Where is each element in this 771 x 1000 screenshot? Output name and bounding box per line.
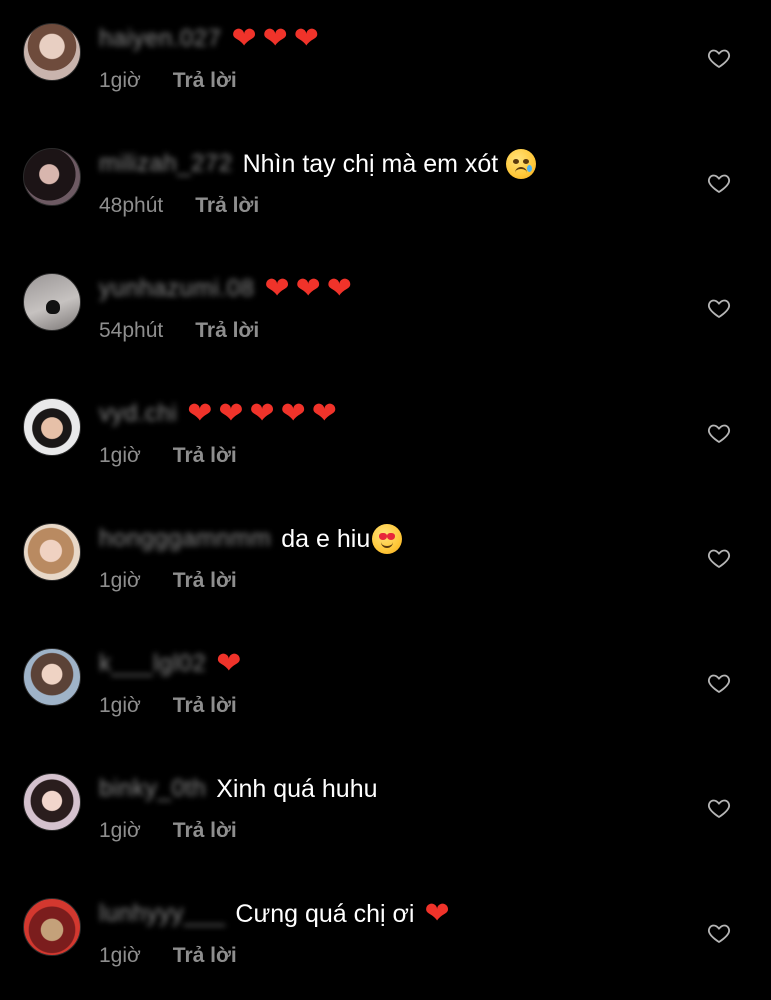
comment-meta: 48phút Trả lời bbox=[99, 192, 259, 220]
red-heart-emoji-icon: ❤ bbox=[262, 22, 288, 55]
comment-item: yunhazumi.08 ❤ ❤ ❤ 54phút Trả lời bbox=[0, 250, 771, 375]
avatar[interactable] bbox=[23, 648, 81, 706]
comment-content: lunhyyy___ Cưng quá chị ơi ❤ bbox=[99, 896, 456, 932]
cat-silhouette-icon bbox=[46, 300, 60, 314]
comment-text: Nhìn tay chị mà em xót bbox=[242, 149, 499, 178]
username[interactable]: k___lgl02 bbox=[99, 650, 206, 678]
comment-timestamp: 1giờ bbox=[99, 694, 141, 717]
comment-item: haiyen.027 ❤ ❤ ❤ 1giờ Trả lời bbox=[0, 0, 771, 125]
comment-meta: 54phút Trả lời bbox=[99, 317, 259, 345]
comment-timestamp: 54phút bbox=[99, 319, 164, 342]
like-heart-icon[interactable] bbox=[707, 171, 731, 195]
reply-button[interactable]: Trả lời bbox=[173, 944, 237, 968]
reply-button[interactable]: Trả lời bbox=[173, 694, 237, 718]
red-heart-emoji-icon: ❤ bbox=[218, 397, 244, 430]
comment-timestamp: 1giờ bbox=[99, 69, 141, 92]
reply-button[interactable]: Trả lời bbox=[173, 69, 237, 93]
comment-meta: 1giờ Trả lời bbox=[99, 442, 237, 470]
heart-eyes-face-emoji-icon bbox=[372, 524, 403, 554]
username[interactable]: lunhyyy___ bbox=[99, 900, 225, 928]
comment-meta: 1giờ Trả lời bbox=[99, 692, 237, 720]
comment-item: hongggamnmm da e hiu 1giờ Trả lời bbox=[0, 500, 771, 625]
avatar[interactable] bbox=[23, 523, 81, 581]
comment-item: lunhyyy___ Cưng quá chị ơi ❤ 1giờ Trả lờ… bbox=[0, 875, 771, 1000]
comment-item: milizah_272 Nhìn tay chị mà em xót 48phú… bbox=[0, 125, 771, 250]
reply-button[interactable]: Trả lời bbox=[173, 819, 237, 843]
comment-meta: 1giờ Trả lời bbox=[99, 817, 237, 845]
red-heart-emoji-icon: ❤ bbox=[293, 22, 319, 55]
username[interactable]: binky_0th bbox=[99, 775, 206, 803]
username[interactable]: vyd.chi bbox=[99, 400, 177, 428]
username[interactable]: yunhazumi.08 bbox=[99, 275, 254, 303]
red-heart-emoji-icon: ❤ bbox=[187, 397, 213, 430]
comment-text: da e hiu bbox=[281, 524, 371, 553]
comment-timestamp: 1giờ bbox=[99, 819, 141, 842]
red-heart-emoji-icon: ❤ bbox=[249, 397, 275, 430]
like-heart-icon[interactable] bbox=[707, 546, 731, 570]
avatar[interactable] bbox=[23, 23, 81, 81]
comment-content: hongggamnmm da e hiu bbox=[99, 521, 403, 557]
comment-content: binky_0th Xinh quá huhu bbox=[99, 771, 378, 807]
like-heart-icon[interactable] bbox=[707, 796, 731, 820]
comment-meta: 1giờ Trả lời bbox=[99, 942, 237, 970]
like-heart-icon[interactable] bbox=[707, 421, 731, 445]
red-heart-emoji-icon: ❤ bbox=[216, 647, 242, 680]
username[interactable]: milizah_272 bbox=[99, 150, 233, 178]
comment-content: milizah_272 Nhìn tay chị mà em xót bbox=[99, 146, 537, 182]
red-heart-emoji-icon: ❤ bbox=[280, 397, 306, 430]
comment-item: k___lgl02 ❤ 1giờ Trả lời bbox=[0, 625, 771, 750]
red-heart-emoji-icon: ❤ bbox=[264, 272, 290, 305]
avatar[interactable] bbox=[23, 398, 81, 456]
comment-meta: 1giờ Trả lời bbox=[99, 67, 237, 95]
red-heart-emoji-icon: ❤ bbox=[424, 897, 450, 930]
red-heart-emoji-icon: ❤ bbox=[326, 272, 352, 305]
avatar[interactable] bbox=[23, 148, 81, 206]
like-heart-icon[interactable] bbox=[707, 46, 731, 70]
like-heart-icon[interactable] bbox=[707, 671, 731, 695]
red-heart-emoji-icon: ❤ bbox=[311, 397, 337, 430]
comment-item: binky_0th Xinh quá huhu 1giờ Trả lời bbox=[0, 750, 771, 875]
like-heart-icon[interactable] bbox=[707, 921, 731, 945]
username[interactable]: haiyen.027 bbox=[99, 25, 221, 53]
reply-button[interactable]: Trả lời bbox=[173, 569, 237, 593]
comment-content: vyd.chi ❤ ❤ ❤ ❤ ❤ bbox=[99, 396, 343, 432]
avatar[interactable] bbox=[23, 273, 81, 331]
reply-button[interactable]: Trả lời bbox=[195, 319, 259, 343]
comment-timestamp: 48phút bbox=[99, 194, 164, 217]
comment-content: yunhazumi.08 ❤ ❤ ❤ bbox=[99, 271, 358, 307]
comment-timestamp: 1giờ bbox=[99, 569, 141, 592]
crying-face-emoji-icon bbox=[506, 149, 537, 179]
comment-item: vyd.chi ❤ ❤ ❤ ❤ ❤ 1giờ Trả lời bbox=[0, 375, 771, 500]
comment-text: Xinh quá huhu bbox=[216, 774, 378, 803]
avatar[interactable] bbox=[23, 898, 81, 956]
comment-meta: 1giờ Trả lời bbox=[99, 567, 237, 595]
comment-timestamp: 1giờ bbox=[99, 944, 141, 967]
red-heart-emoji-icon: ❤ bbox=[295, 272, 321, 305]
comment-list: haiyen.027 ❤ ❤ ❤ 1giờ Trả lời milizah_27… bbox=[0, 0, 771, 1000]
comment-content: haiyen.027 ❤ ❤ ❤ bbox=[99, 21, 325, 57]
reply-button[interactable]: Trả lời bbox=[195, 194, 259, 218]
reply-button[interactable]: Trả lời bbox=[173, 444, 237, 468]
username[interactable]: hongggamnmm bbox=[99, 525, 271, 553]
red-heart-emoji-icon: ❤ bbox=[231, 22, 257, 55]
comment-timestamp: 1giờ bbox=[99, 444, 141, 467]
comment-text: Cưng quá chị ơi bbox=[235, 899, 415, 928]
avatar[interactable] bbox=[23, 773, 81, 831]
like-heart-icon[interactable] bbox=[707, 296, 731, 320]
comment-content: k___lgl02 ❤ bbox=[99, 646, 247, 682]
